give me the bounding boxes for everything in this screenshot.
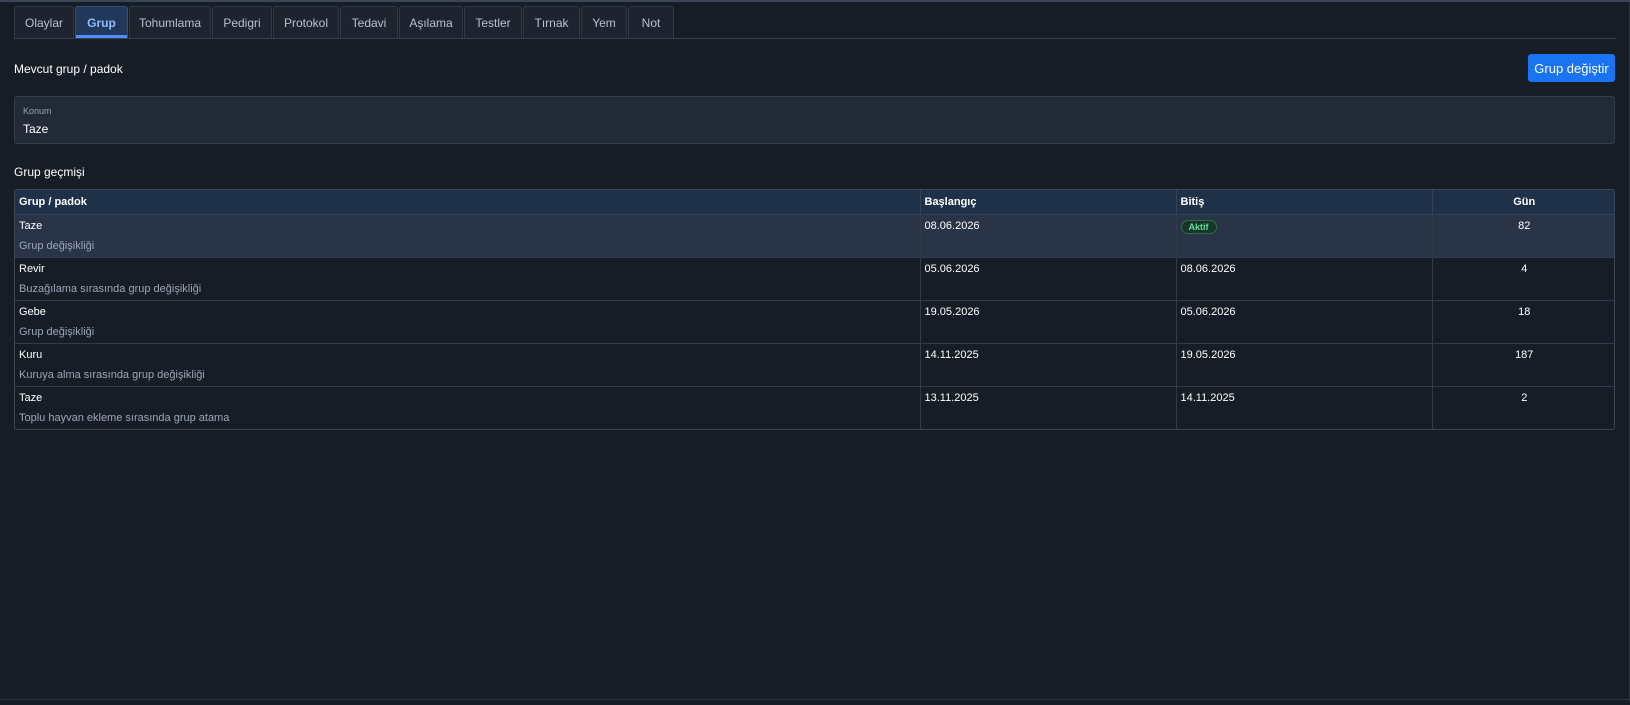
group-panel: Olaylar Grup Tohumlama Pedigri Protokol Tedav… — [0, 0, 1630, 702]
change-group-button[interactable]: Grup değiştir — [1528, 54, 1615, 82]
group-change-reason: Grup değişikliği — [19, 239, 95, 252]
tab-7[interactable]: Testler — [464, 6, 522, 38]
group-history-title: Grup geçmişi — [14, 165, 85, 179]
tab-8[interactable]: Tırnak — [523, 6, 580, 38]
table-row[interactable]: Taze Toplu hayvan ekleme sırasında grup a… — [15, 386, 1614, 429]
current-group-title: Mevcut grup / padok — [14, 62, 123, 76]
group-cell: Gebe Grup değişikliği — [15, 300, 921, 344]
end-date: 05.06.2026 — [1176, 300, 1433, 344]
end-date: 08.06.2026 — [1176, 257, 1433, 301]
start-date: 08.06.2026 — [920, 214, 1177, 258]
column-header-group[interactable]: Grup / padok — [15, 190, 921, 215]
tab-4[interactable]: Protokol — [273, 6, 339, 38]
tab-6[interactable]: Aşılama — [399, 6, 463, 38]
days-count: 187 — [1432, 343, 1614, 387]
group-cell: Revir Buzağılama sırasında grup değişikli… — [15, 257, 921, 301]
group-cell: Taze Toplu hayvan ekleme sırasında grup a… — [15, 386, 921, 429]
table-row[interactable]: Taze Grup değişikliği 08.06.2026 Aktif 82 — [15, 214, 1614, 258]
table-header-row: Grup / padok Başlangıç Bitiş Gün — [15, 190, 1614, 215]
table-row[interactable]: Kuru Kuruya alma sırasında grup değişikli… — [15, 343, 1614, 387]
end-date: 19.05.2026 — [1176, 343, 1433, 387]
group-change-reason: Toplu hayvan ekleme sırasında grup atama — [19, 411, 230, 424]
tab-1[interactable]: Grup — [75, 6, 128, 38]
tab-2[interactable]: Tohumlama — [129, 6, 211, 38]
column-header-days[interactable]: Gün — [1432, 190, 1614, 215]
tab-3[interactable]: Pedigri — [212, 6, 272, 38]
days-count: 18 — [1432, 300, 1614, 344]
status-badge: Aktif — [1180, 219, 1217, 234]
column-header-start[interactable]: Başlangıç — [920, 190, 1177, 215]
group-history-table: Grup / padok Başlangıç Bitiş Gün Taze Gru… — [14, 189, 1615, 430]
days-count: 4 — [1432, 257, 1614, 301]
group-name: Taze — [19, 391, 43, 404]
days-count: 2 — [1432, 386, 1614, 429]
column-header-end[interactable]: Bitiş — [1176, 190, 1433, 215]
end-date: 14.11.2025 — [1176, 386, 1433, 429]
group-name: Kuru — [19, 348, 43, 361]
group-change-reason: Grup değişikliği — [19, 325, 95, 338]
start-date: 19.05.2026 — [920, 300, 1177, 344]
group-name: Gebe — [19, 305, 46, 318]
tab-9[interactable]: Yem — [581, 6, 627, 38]
tab-5[interactable]: Tedavi — [340, 6, 398, 38]
table-row[interactable]: Gebe Grup değişikliği 19.05.2026 05.06.2026… — [15, 300, 1614, 344]
tab-bar: Olaylar Grup Tohumlama Pedigri Protokol Tedav… — [14, 6, 1616, 39]
location-value: Taze — [23, 122, 49, 136]
group-change-reason: Buzağılama sırasında grup değişikliği — [19, 282, 202, 295]
start-date: 05.06.2026 — [920, 257, 1177, 301]
days-count: 82 — [1432, 214, 1614, 258]
group-cell: Taze Grup değişikliği — [15, 214, 921, 258]
start-date: 13.11.2025 — [920, 386, 1177, 429]
tab-10[interactable]: Not — [628, 6, 674, 38]
group-change-reason: Kuruya alma sırasında grup değişikliği — [19, 368, 205, 381]
group-name: Taze — [19, 219, 43, 232]
end-date-cell: Aktif — [1176, 214, 1433, 258]
group-cell: Kuru Kuruya alma sırasında grup değişikli… — [15, 343, 921, 387]
group-name: Revir — [19, 262, 45, 275]
start-date: 14.11.2025 — [920, 343, 1177, 387]
tab-0[interactable]: Olaylar — [14, 6, 74, 38]
location-label: Konum — [23, 106, 52, 116]
location-field: Konum Taze — [14, 96, 1615, 144]
table-row[interactable]: Revir Buzağılama sırasında grup değişikli… — [15, 257, 1614, 301]
